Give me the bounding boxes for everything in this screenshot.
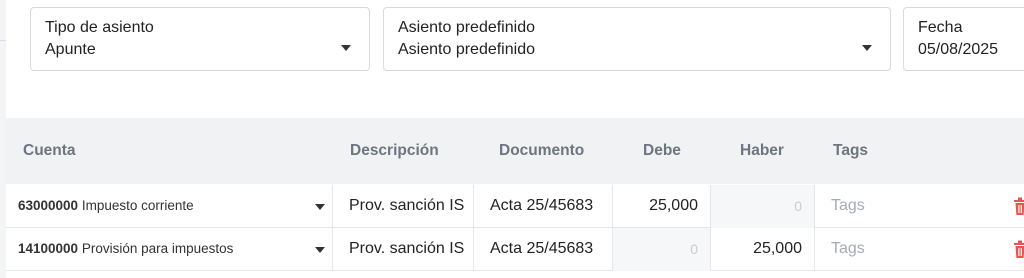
tags-input[interactable]: Tags	[815, 228, 1024, 271]
chevron-down-icon[interactable]	[862, 45, 872, 51]
asiento-predefinido-value: Asiento predefinido	[398, 41, 535, 58]
documento-value: Acta 25/45683	[490, 240, 594, 257]
tipo-asiento-value: Apunte	[45, 41, 96, 58]
divider	[0, 40, 6, 41]
documento-input[interactable]: Acta 25/45683	[474, 185, 613, 228]
descripcion-value: Prov. sanción IS	[349, 197, 465, 214]
column-header-descripcion: Descripción	[350, 142, 439, 159]
trash-icon[interactable]	[1011, 239, 1024, 259]
debe-input[interactable]: 0	[613, 228, 711, 271]
asiento-predefinido-label: Asiento predefinido	[398, 19, 535, 36]
column-header-debe: Debe	[643, 142, 681, 159]
table-row: 63000000 Impuesto corriente Prov. sanció…	[6, 185, 1024, 228]
tipo-asiento-select[interactable]: Tipo de asiento Apunte	[30, 7, 370, 71]
account-code: 14100000	[18, 241, 79, 256]
debe-value: 25,000	[649, 197, 698, 214]
account-name: Impuesto corriente	[81, 198, 194, 213]
account-select[interactable]: 14100000 Provisión para impuestos	[6, 228, 333, 271]
fecha-value[interactable]: 05/08/2025	[918, 41, 998, 59]
descripcion-input[interactable]: Prov. sanción IS	[333, 228, 474, 271]
account-name: Provisión para impuestos	[81, 241, 234, 256]
column-header-documento: Documento	[499, 142, 585, 159]
fecha-field[interactable]: Fecha 05/08/2025	[903, 7, 1024, 71]
account-code: 63000000	[18, 198, 79, 213]
asiento-predefinido-select[interactable]: Asiento predefinido Asiento predefinido	[383, 7, 891, 71]
haber-input[interactable]: 25,000	[711, 228, 815, 271]
chevron-down-icon[interactable]	[341, 45, 351, 51]
fecha-label: Fecha	[918, 19, 963, 36]
descripcion-value: Prov. sanción IS	[349, 240, 465, 257]
documento-input[interactable]: Acta 25/45683	[474, 228, 613, 271]
chevron-down-icon[interactable]	[315, 247, 325, 253]
column-header-haber: Haber	[740, 142, 784, 159]
tipo-asiento-label: Tipo de asiento	[45, 19, 154, 36]
debe-value: 0	[690, 241, 698, 257]
haber-value: 0	[794, 198, 802, 214]
table-row	[6, 272, 1024, 278]
debe-input[interactable]: 25,000	[613, 185, 711, 228]
haber-input[interactable]: 0	[711, 185, 815, 228]
tags-placeholder: Tags	[831, 197, 865, 214]
haber-value: 25,000	[753, 240, 802, 257]
table-header: Cuenta Descripción Documento Debe Haber …	[6, 118, 1024, 184]
tags-placeholder: Tags	[831, 240, 865, 257]
descripcion-input[interactable]: Prov. sanción IS	[333, 185, 474, 228]
tags-input[interactable]: Tags	[815, 185, 1024, 228]
table-row: 14100000 Provisión para impuestos Prov. …	[6, 228, 1024, 271]
account-select[interactable]: 63000000 Impuesto corriente	[6, 185, 333, 228]
column-header-tags: Tags	[833, 142, 869, 159]
chevron-down-icon[interactable]	[315, 204, 325, 210]
trash-icon[interactable]	[1011, 196, 1024, 216]
documento-value: Acta 25/45683	[490, 197, 594, 214]
column-header-cuenta: Cuenta	[23, 142, 76, 159]
